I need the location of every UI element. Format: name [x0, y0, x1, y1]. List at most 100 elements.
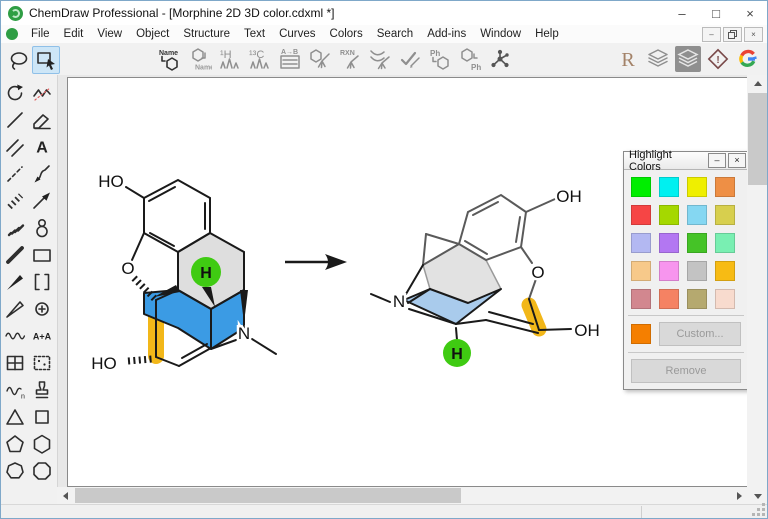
color-swatch[interactable] [659, 261, 679, 281]
minimize-button[interactable]: – [665, 2, 699, 24]
atom-label-oh-top-3d[interactable]: OH [554, 185, 585, 209]
wavy-bond-tool[interactable] [3, 324, 27, 348]
color-swatch[interactable] [687, 177, 707, 197]
hashed-bond-tool[interactable] [3, 189, 27, 213]
color-swatch[interactable] [715, 205, 735, 225]
remove-highlight-button[interactable]: Remove [631, 359, 741, 383]
color-swatch[interactable] [631, 261, 651, 281]
multiple-bond-tool[interactable] [3, 135, 27, 159]
atom-label-h[interactable]: H [200, 265, 212, 282]
warning-button[interactable]: ! [705, 46, 731, 72]
atom-map-tool[interactable]: A+A [30, 324, 54, 348]
molecule-3d[interactable]: OH O OH N H [370, 185, 603, 367]
scroll-up-arrow[interactable] [747, 75, 767, 91]
3d-model-button[interactable] [487, 46, 513, 72]
color-swatch[interactable] [715, 233, 735, 253]
color-swatch[interactable] [631, 233, 651, 253]
text-tool[interactable]: A [30, 135, 54, 159]
scroll-down-arrow[interactable] [747, 488, 767, 504]
bold-bond-tool[interactable] [3, 243, 27, 267]
rotate-tool[interactable] [3, 81, 27, 105]
color-swatch[interactable] [631, 205, 651, 225]
revvity-button[interactable]: R [615, 46, 641, 72]
solid-wedge-tool[interactable] [3, 270, 27, 294]
cyclopentane-tool[interactable] [3, 432, 27, 456]
mdi-minimize-button[interactable]: – [702, 26, 721, 42]
lasso-tool[interactable] [6, 48, 32, 74]
maximize-button[interactable]: □ [699, 2, 733, 24]
menu-curves[interactable]: Curves [272, 26, 322, 42]
menu-object[interactable]: Object [129, 26, 176, 42]
menu-addins[interactable]: Add-ins [420, 26, 473, 42]
atom-label-oh-right-3d[interactable]: OH [572, 319, 603, 343]
color-swatch[interactable] [687, 289, 707, 309]
mdi-close-button[interactable]: × [744, 26, 763, 42]
contract-label-button[interactable]: Ph [457, 46, 483, 72]
bracket-tool[interactable] [30, 270, 54, 294]
predict-13c-nmr-button[interactable]: ¹³C [247, 46, 273, 72]
atom-label-o[interactable]: O [119, 257, 137, 281]
atom-label-n[interactable]: N [235, 322, 252, 346]
menu-edit[interactable]: Edit [57, 26, 91, 42]
menu-structure[interactable]: Structure [176, 26, 237, 42]
menu-colors[interactable]: Colors [323, 26, 370, 42]
horizontal-scroll-thumb[interactable] [75, 488, 461, 503]
scroll-left-arrow[interactable] [57, 487, 73, 504]
cyclohexane-tool[interactable] [30, 432, 54, 456]
palette-close-button[interactable]: × [728, 153, 746, 168]
color-swatch[interactable] [715, 177, 735, 197]
hollow-wedge-tool[interactable] [3, 297, 27, 321]
palette-minimize-button[interactable]: – [708, 153, 726, 168]
pen-tool[interactable] [30, 162, 54, 186]
layers-active-button[interactable] [675, 46, 701, 72]
menu-text[interactable]: Text [237, 26, 272, 42]
cyclopropane-tool[interactable] [3, 405, 27, 429]
cyclooctane-tool[interactable] [30, 459, 54, 483]
palette-title-bar[interactable]: Highlight Colors – × [624, 149, 748, 173]
custom-color-button[interactable]: Custom... [659, 322, 741, 346]
cycloheptane-tool[interactable] [3, 459, 27, 483]
curve-tool[interactable]: n [3, 378, 27, 402]
google-search-button[interactable] [735, 46, 761, 72]
mdi-restore-button[interactable] [723, 26, 742, 42]
color-swatch[interactable] [631, 177, 651, 197]
color-swatch[interactable] [715, 289, 735, 309]
close-button[interactable]: × [733, 2, 767, 24]
stamp-tool[interactable] [30, 378, 54, 402]
menu-window[interactable]: Window [473, 26, 528, 42]
menu-view[interactable]: View [90, 26, 129, 42]
atom-label-n-3d[interactable]: N [390, 290, 407, 314]
chain-tool[interactable] [30, 81, 54, 105]
resize-grip[interactable] [762, 513, 765, 516]
color-swatch[interactable] [715, 261, 735, 281]
expand-label-button[interactable]: Ph [427, 46, 453, 72]
marquee-tool[interactable] [32, 46, 60, 74]
vertical-scroll-thumb[interactable] [748, 93, 767, 185]
color-swatch[interactable] [687, 233, 707, 253]
atom-label-h-3d[interactable]: H [451, 346, 463, 363]
color-swatch[interactable] [687, 261, 707, 281]
clean-up-biopolymer-button[interactable] [367, 46, 393, 72]
menu-help[interactable]: Help [528, 26, 566, 42]
name-to-structure-button[interactable]: Name [157, 46, 183, 72]
orbital-tool[interactable] [30, 216, 54, 240]
charge-tool[interactable] [30, 297, 54, 321]
molecule-2d[interactable]: HO O HO N H [89, 170, 277, 376]
color-swatch[interactable] [659, 177, 679, 197]
hashed-wedge-tool[interactable] [3, 216, 27, 240]
menu-search[interactable]: Search [370, 26, 420, 42]
eraser-tool[interactable] [30, 108, 54, 132]
vertical-scrollbar[interactable] [747, 75, 767, 504]
atom-label-ho-bottom[interactable]: HO [89, 352, 120, 376]
arrow-tool[interactable] [30, 189, 54, 213]
dashed-bond-tool[interactable] [3, 162, 27, 186]
color-swatch[interactable] [687, 205, 707, 225]
reaction-arrow[interactable] [285, 254, 347, 270]
template-tool[interactable] [30, 351, 54, 375]
solid-bond-tool[interactable] [3, 108, 27, 132]
color-swatch[interactable] [631, 289, 651, 309]
color-swatch[interactable] [659, 289, 679, 309]
cyclobutane-tool[interactable] [30, 405, 54, 429]
clean-up-structure-button[interactable] [307, 46, 333, 72]
structure-to-name-button[interactable]: Name [187, 46, 213, 72]
